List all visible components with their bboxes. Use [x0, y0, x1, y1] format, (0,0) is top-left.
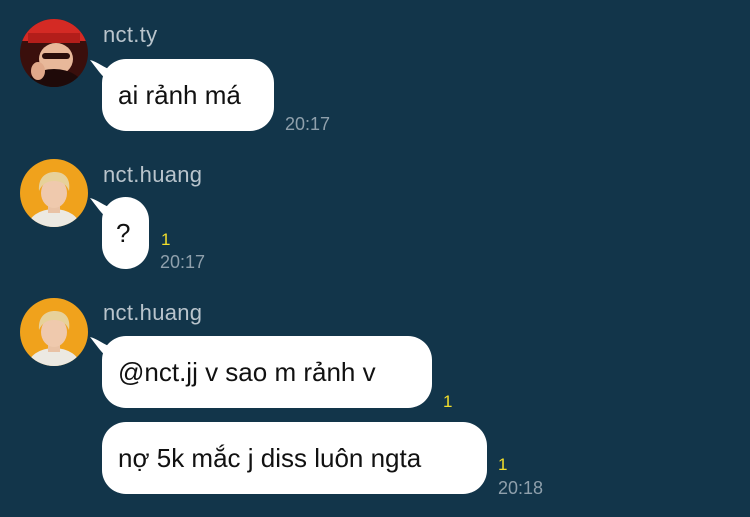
unread-count: 1 — [161, 230, 171, 249]
sender-name[interactable]: nct.huang — [103, 162, 202, 188]
unread-count: 1 — [443, 392, 453, 411]
sender-name[interactable]: nct.ty — [103, 22, 157, 48]
message-time: 20:18 — [498, 478, 544, 498]
user-avatar-blond-icon — [20, 298, 88, 366]
message-bubble[interactable]: ? — [102, 197, 149, 269]
user-avatar-red-cap-icon — [20, 19, 88, 87]
message-time: 20:17 — [285, 114, 331, 134]
user-avatar-blond-icon — [20, 159, 88, 227]
sender-avatar[interactable] — [20, 19, 88, 87]
message-bubble[interactable]: @nct.jj v sao m rảnh v — [102, 336, 432, 408]
message-bubble[interactable]: ai rảnh má — [102, 59, 274, 131]
sender-avatar[interactable] — [20, 298, 88, 366]
message-time: 20:17 — [160, 252, 206, 272]
sender-avatar[interactable] — [20, 159, 88, 227]
sender-name[interactable]: nct.huang — [103, 300, 202, 326]
unread-count: 1 — [498, 455, 508, 474]
message-bubble[interactable]: nợ 5k mắc j diss luôn ngta — [102, 422, 487, 494]
